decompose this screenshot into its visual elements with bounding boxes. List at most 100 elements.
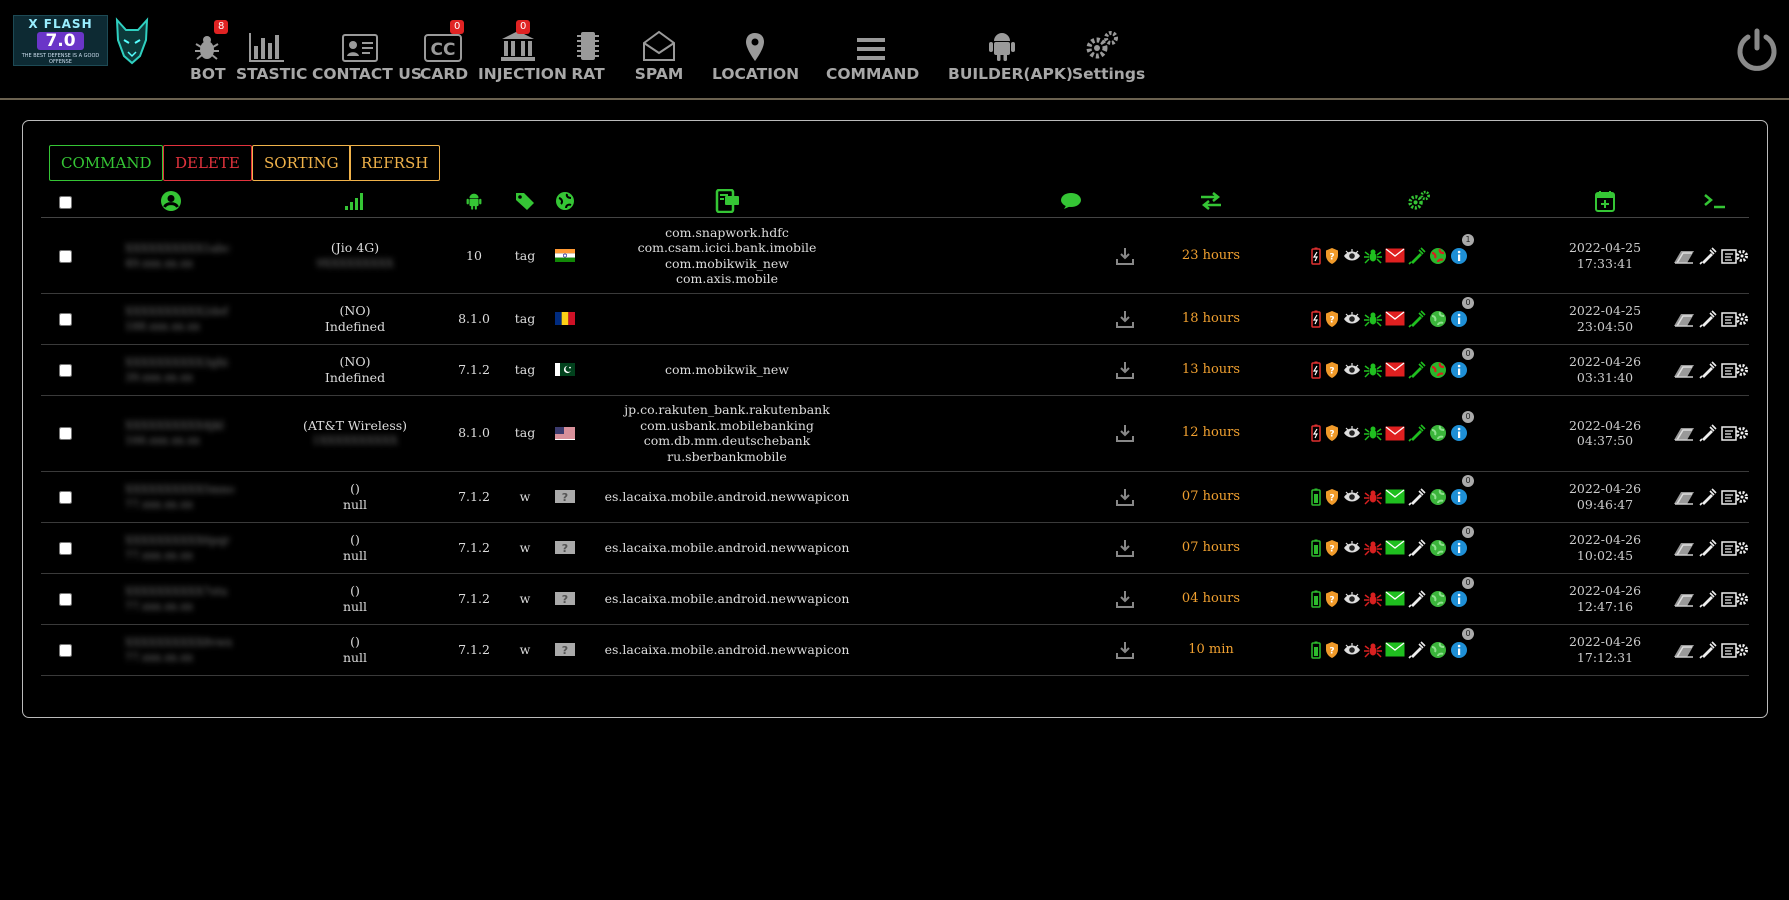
row-checkbox[interactable] — [59, 644, 72, 657]
table-row[interactable]: XXXXXXXXXX8vwx 77.xxx.xx.xx () null 7.1.… — [41, 624, 1749, 676]
delete-bot-icon[interactable] — [1673, 590, 1695, 608]
download-sms-button[interactable] — [1105, 293, 1145, 344]
bot-id-cell[interactable]: XXXXXXXXXX5mno 77.xxx.xx.xx — [119, 471, 251, 522]
bot-id-cell[interactable]: XXXXXXXXXX1abc 49.xxx.xx.xx — [119, 218, 251, 293]
download-sms-button[interactable] — [1105, 522, 1145, 573]
info-count[interactable]: 0 — [1450, 474, 1474, 506]
app-logo[interactable]: X FLASH 7.0 THE BEST DEFENSE IS A GOOD O… — [13, 15, 108, 66]
inject-action-icon[interactable] — [1698, 309, 1718, 328]
download-icon[interactable] — [1116, 488, 1134, 506]
delete-bot-icon[interactable] — [1673, 424, 1695, 442]
bot-settings-icon[interactable] — [1721, 590, 1749, 608]
svg-text:?: ? — [1329, 315, 1334, 325]
download-sms-button[interactable] — [1105, 218, 1145, 293]
table-row[interactable]: XXXXXXXXXX5mno 77.xxx.xx.xx () null 7.1.… — [41, 471, 1749, 523]
row-checkbox[interactable] — [59, 593, 72, 606]
operator-phone: 9XXXXXXXXX — [316, 256, 394, 270]
delete-bot-icon[interactable] — [1673, 488, 1695, 506]
table-row[interactable]: XXXXXXXXXX6pqr 77.xxx.xx.xx () null 7.1.… — [41, 522, 1749, 574]
table-row[interactable]: XXXXXXXXXX7stu 77.xxx.xx.xx () null 7.1.… — [41, 573, 1749, 625]
info-count[interactable]: 0 — [1450, 296, 1474, 328]
info-count[interactable]: 1 — [1450, 233, 1474, 265]
nav-stastic[interactable]: STASTIC — [236, 26, 307, 83]
inject-action-icon[interactable] — [1698, 487, 1718, 506]
protect-shield-icon: ? — [1326, 425, 1338, 441]
delete-bot-icon[interactable] — [1673, 310, 1695, 328]
nav-settings[interactable]: Settings — [1072, 26, 1145, 83]
info-count[interactable]: 0 — [1450, 525, 1474, 557]
delete-bot-icon[interactable] — [1673, 247, 1695, 265]
row-checkbox[interactable] — [59, 313, 72, 326]
table-row[interactable]: XXXXXXXXXX1abc 49.xxx.xx.xx (Jio 4G) 9XX… — [41, 218, 1749, 294]
delete-bot-icon[interactable] — [1673, 539, 1695, 557]
download-icon[interactable] — [1116, 590, 1134, 608]
info-count[interactable]: 0 — [1450, 411, 1474, 442]
bot-settings-icon[interactable] — [1721, 361, 1749, 379]
inject-action-icon[interactable] — [1698, 246, 1718, 265]
table-row[interactable]: XXXXXXXXXX3ghi 39.xxx.xx.xx (NO) Indefin… — [41, 344, 1749, 396]
bot-settings-icon[interactable] — [1721, 310, 1749, 328]
bot-settings-icon[interactable] — [1721, 641, 1749, 659]
nav-spam[interactable]: SPAM — [634, 26, 684, 83]
row-checkbox[interactable] — [59, 250, 72, 263]
download-icon[interactable] — [1116, 247, 1134, 265]
delete-bot-icon[interactable] — [1673, 641, 1695, 659]
row-checkbox[interactable] — [59, 491, 72, 504]
bot-id-cell[interactable]: XXXXXXXXXX6pqr 77.xxx.xx.xx — [119, 522, 251, 573]
download-sms-button[interactable] — [1105, 573, 1145, 624]
inject-action-icon[interactable] — [1698, 640, 1718, 659]
bot-settings-icon[interactable] — [1721, 539, 1749, 557]
map-pin-icon — [746, 33, 764, 61]
command-button[interactable]: COMMAND — [49, 145, 164, 181]
nav-bot[interactable]: BOT 8 — [190, 20, 229, 83]
download-sms-button[interactable] — [1105, 471, 1145, 522]
bot-id-cell[interactable]: XXXXXXXXXX2def 188.xxx.xx.xx — [119, 293, 251, 344]
download-icon[interactable] — [1116, 641, 1134, 659]
refresh-button[interactable]: REFRSH — [349, 145, 441, 181]
select-all-checkbox[interactable] — [59, 196, 72, 209]
nav-builder-apk[interactable]: BUILDER(APK) — [948, 26, 1073, 83]
sms-mail-icon — [1385, 425, 1405, 440]
delete-button[interactable]: DELETE — [163, 145, 252, 181]
last-seen: 04 hours — [1181, 590, 1241, 606]
inject-action-icon[interactable] — [1698, 424, 1718, 442]
sorting-button[interactable]: SORTING — [252, 145, 351, 181]
svg-text:?: ? — [1329, 493, 1334, 503]
bot-status-icons: ? 0 — [1311, 624, 1511, 675]
info-count[interactable]: 0 — [1450, 576, 1474, 608]
table-row[interactable]: XXXXXXXXXX4jkl 166.xxx.xx.xx (AT&T Wirel… — [41, 395, 1749, 472]
bot-settings-icon[interactable] — [1721, 424, 1749, 442]
info-count[interactable]: 0 — [1450, 347, 1474, 379]
download-icon[interactable] — [1116, 310, 1134, 328]
download-icon[interactable] — [1116, 539, 1134, 557]
injection-syringe-icon — [1408, 309, 1426, 328]
bot-id-cell[interactable]: XXXXXXXXXX8vwx 77.xxx.xx.xx — [119, 624, 251, 675]
bot-settings-icon[interactable] — [1721, 247, 1749, 265]
nav-injection[interactable]: INJECTION 0 — [478, 20, 567, 83]
download-icon[interactable] — [1116, 361, 1134, 379]
bot-ip: 166.xxx.xx.xx — [125, 434, 200, 447]
power-logout-icon[interactable] — [1735, 28, 1779, 72]
inject-action-icon[interactable] — [1698, 589, 1718, 608]
download-sms-button[interactable] — [1105, 395, 1145, 471]
download-sms-button[interactable] — [1105, 624, 1145, 675]
bot-id-cell[interactable]: XXXXXXXXXX7stu 77.xxx.xx.xx — [119, 573, 251, 624]
row-checkbox[interactable] — [59, 427, 72, 440]
bot-id-cell[interactable]: XXXXXXXXXX4jkl 166.xxx.xx.xx — [119, 395, 251, 471]
nav-card[interactable]: CC CARD 0 — [420, 20, 468, 83]
nav-rat[interactable]: RAT — [570, 26, 606, 83]
download-icon[interactable] — [1116, 424, 1134, 442]
info-count[interactable]: 0 — [1450, 627, 1474, 659]
download-sms-button[interactable] — [1105, 344, 1145, 395]
bot-settings-icon[interactable] — [1721, 488, 1749, 506]
nav-command[interactable]: COMMAND — [826, 26, 919, 83]
inject-action-icon[interactable] — [1698, 538, 1718, 557]
bot-id-cell[interactable]: XXXXXXXXXX3ghi 39.xxx.xx.xx — [119, 344, 251, 395]
row-checkbox[interactable] — [59, 542, 72, 555]
table-row[interactable]: XXXXXXXXXX2def 188.xxx.xx.xx (NO) Indefi… — [41, 293, 1749, 345]
nav-location[interactable]: LOCATION — [712, 26, 799, 83]
delete-bot-icon[interactable] — [1673, 361, 1695, 379]
inject-action-icon[interactable] — [1698, 360, 1718, 379]
nav-contact-us[interactable]: CONTACT US — [312, 26, 422, 83]
row-checkbox[interactable] — [59, 364, 72, 377]
